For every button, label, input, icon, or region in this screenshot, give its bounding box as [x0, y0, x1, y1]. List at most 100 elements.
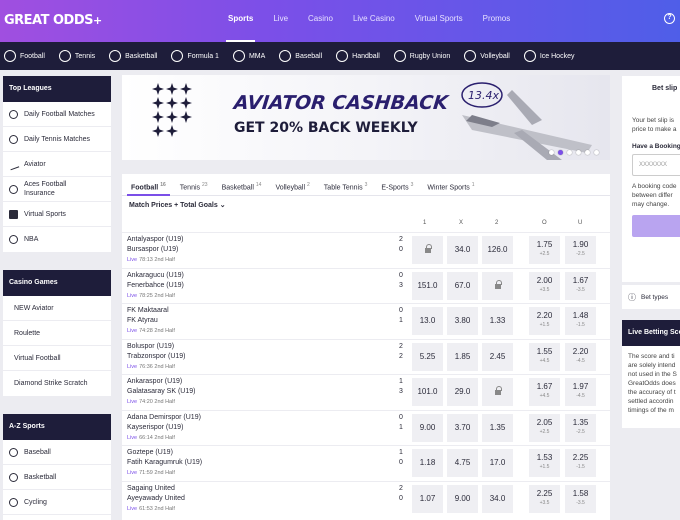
sport-basketball[interactable]: Basketball	[109, 50, 157, 62]
tab-football[interactable]: Football 16	[127, 182, 170, 197]
bet-types-link[interactable]: ⓘ Bet types	[622, 285, 680, 309]
odd-over-button[interactable]: 2.20 +1.5	[529, 307, 560, 335]
match-row[interactable]: Sagaing United Ayeyawady United Live 61:53 …	[122, 480, 610, 517]
odd-over-button[interactable]: 1.67 +4.5	[529, 378, 560, 406]
slide-dot[interactable]	[594, 150, 599, 155]
match-row[interactable]: Adana Demirspor (U19) Kayserispor (U19) Li…	[122, 409, 610, 446]
odd-under-button[interactable]: 1.97 -4.5	[565, 378, 596, 406]
odd-away-button[interactable]: 34.0	[482, 484, 513, 513]
odd-under-button[interactable]: 1.48 -1.5	[565, 307, 596, 335]
match-row[interactable]: Boluspor (U19) Trabzonspor (U19) Live 76:36…	[122, 338, 610, 375]
odd-home-button[interactable]: 101.0	[412, 378, 443, 406]
odd-away-button[interactable]: 1.35	[482, 413, 513, 442]
odd-home-button[interactable]: 1.18	[412, 449, 443, 477]
league-aviator[interactable]: Aviator	[3, 152, 111, 177]
odd-under-button[interactable]: 1.90 -2.5	[565, 236, 596, 264]
odd-home-button[interactable]: 1.07	[412, 484, 443, 513]
odd-home-button[interactable]: 9.00	[412, 413, 443, 442]
odd-draw-button[interactable]: 34.0	[447, 236, 478, 264]
help-icon[interactable]: ?	[664, 13, 675, 24]
match-row[interactable]: FK Maktaaral FK Atyrau Live 74:28 2nd Half 0…	[122, 303, 610, 339]
match-time: Live 78:13 2nd Half	[127, 257, 175, 263]
league-aces-football[interactable]: Aces Football Insurance	[3, 177, 111, 202]
sport-baseball[interactable]: Baseball	[279, 50, 322, 62]
odd-over-button[interactable]: 1.55 +4.5	[529, 342, 560, 371]
odd-draw-button[interactable]: 3.80	[447, 307, 478, 335]
league-nba[interactable]: NBA	[3, 227, 111, 252]
odd-home-button[interactable]: 5.25	[412, 342, 443, 371]
odd-away-button[interactable]: 1.33	[482, 307, 513, 335]
casino-new-aviator[interactable]: NEW Aviator	[3, 296, 111, 321]
odd-over-button[interactable]: 1.75 +2.5	[529, 236, 560, 264]
booking-code-input[interactable]: XXXXXXX	[632, 154, 680, 176]
match-row[interactable]: Ankaragucu (U19) Fenerbahce (U19) Live 78:2…	[122, 267, 610, 304]
sport-tennis[interactable]: Tennis	[58, 50, 95, 62]
odd-under-button[interactable]: 1.58 -3.5	[565, 484, 596, 513]
odd-draw-button[interactable]: 1.85	[447, 342, 478, 371]
sport-label: MMA	[248, 52, 266, 60]
odd-draw-button[interactable]: 9.00	[447, 484, 478, 513]
tab-winter-sports[interactable]: Winter Sports 1	[423, 182, 478, 195]
nav-sports[interactable]: Sports	[218, 0, 263, 42]
odd-home-button[interactable]: 13.0	[412, 307, 443, 335]
az-baseball[interactable]: Baseball	[3, 440, 111, 465]
nav-casino[interactable]: Casino	[298, 0, 343, 42]
market-filter-dropdown[interactable]: Match Prices + Total Goals ⌄	[122, 196, 610, 216]
odd-under-button[interactable]: 2.20 -4.5	[565, 342, 596, 371]
tab-table-tennis[interactable]: Table Tennis 3	[320, 182, 372, 195]
nav-live[interactable]: Live	[263, 0, 298, 42]
sport-mma[interactable]: MMA	[232, 50, 266, 62]
tab-tennis[interactable]: Tennis 23	[176, 182, 212, 195]
slide-dot[interactable]	[585, 150, 590, 155]
handicap-line: +3.5	[539, 286, 550, 293]
match-row[interactable]: Ankaraspor (U19) Galatasaray SK (U19) Live…	[122, 374, 610, 410]
odd-away-button[interactable]: 126.0	[482, 236, 513, 264]
nav-promos[interactable]: Promos	[473, 0, 521, 42]
odd-value: 1.97	[572, 382, 589, 391]
casino-virtual-football[interactable]: Virtual Football	[3, 346, 111, 371]
odd-over-button[interactable]: 1.53 +1.5	[529, 449, 560, 477]
nav-virtual-sports[interactable]: Virtual Sports	[405, 0, 473, 42]
odd-draw-button[interactable]: 3.70	[447, 413, 478, 442]
brand-logo[interactable]: GREAT ODDS+	[4, 13, 102, 28]
nav-live-casino[interactable]: Live Casino	[343, 0, 405, 42]
load-booking-button[interactable]	[632, 215, 680, 237]
odd-draw-button[interactable]: 67.0	[447, 271, 478, 300]
away-team: Fatih Karagumruk (U19)	[127, 459, 203, 466]
az-basketball[interactable]: Basketball	[3, 465, 111, 490]
sport-formula1[interactable]: Formula 1	[171, 50, 219, 62]
odd-draw-button[interactable]: 4.75	[447, 449, 478, 477]
odd-over-button[interactable]: 2.00 +3.5	[529, 271, 560, 300]
odd-under-button[interactable]: 2.25 -1.5	[565, 449, 596, 477]
sport-volleyball[interactable]: Volleyball	[464, 50, 510, 62]
promo-banner[interactable]: AVIATOR CASHBACK GET 20% BACK WEEKLY 13.…	[122, 75, 610, 160]
sport-handball[interactable]: Handball	[336, 50, 380, 62]
sport-ice-hockey[interactable]: Ice Hockey	[523, 50, 574, 62]
casino-roulette[interactable]: Roulette	[3, 321, 111, 346]
odd-draw-button[interactable]: 29.0	[447, 378, 478, 406]
casino-diamond-strike[interactable]: Diamond Strike Scratch	[3, 371, 111, 396]
league-virtual-sports[interactable]: Virtual Sports	[3, 202, 111, 227]
odd-away-button[interactable]: 17.0	[482, 449, 513, 477]
odd-under-button[interactable]: 1.35 -2.5	[565, 413, 596, 442]
slide-dot[interactable]	[567, 150, 572, 155]
match-row[interactable]: Antalyaspor (U19) Bursaspor (U19) Live 78:1…	[122, 232, 610, 268]
tab-basketball[interactable]: Basketball 14	[218, 182, 266, 195]
tab-esports[interactable]: E-Sports 3	[377, 182, 417, 195]
away-team: Fenerbahce (U19)	[127, 281, 184, 289]
odd-over-button[interactable]: 2.05 +2.5	[529, 413, 560, 442]
match-row[interactable]: Goztepe (U19) Fatih Karagumruk (U19) Live 7…	[122, 445, 610, 481]
sport-football[interactable]: Football	[4, 50, 45, 62]
league-daily-football[interactable]: Daily Football Matches	[3, 102, 111, 127]
league-daily-tennis[interactable]: Daily Tennis Matches	[3, 127, 111, 152]
odd-under-button[interactable]: 1.67 -3.5	[565, 271, 596, 300]
odd-home-button[interactable]: 151.0	[412, 271, 443, 300]
odd-over-button[interactable]: 2.25 +3.5	[529, 484, 560, 513]
odd-away-button[interactable]: 2.45	[482, 342, 513, 371]
tab-volleyball[interactable]: Volleyball 2	[271, 182, 313, 195]
slide-dot[interactable]	[576, 150, 581, 155]
slide-dot[interactable]	[549, 150, 554, 155]
az-cycling[interactable]: Cycling	[3, 490, 111, 515]
sport-rugby-union[interactable]: Rugby Union	[393, 50, 450, 62]
slide-dot-active[interactable]	[558, 150, 563, 155]
